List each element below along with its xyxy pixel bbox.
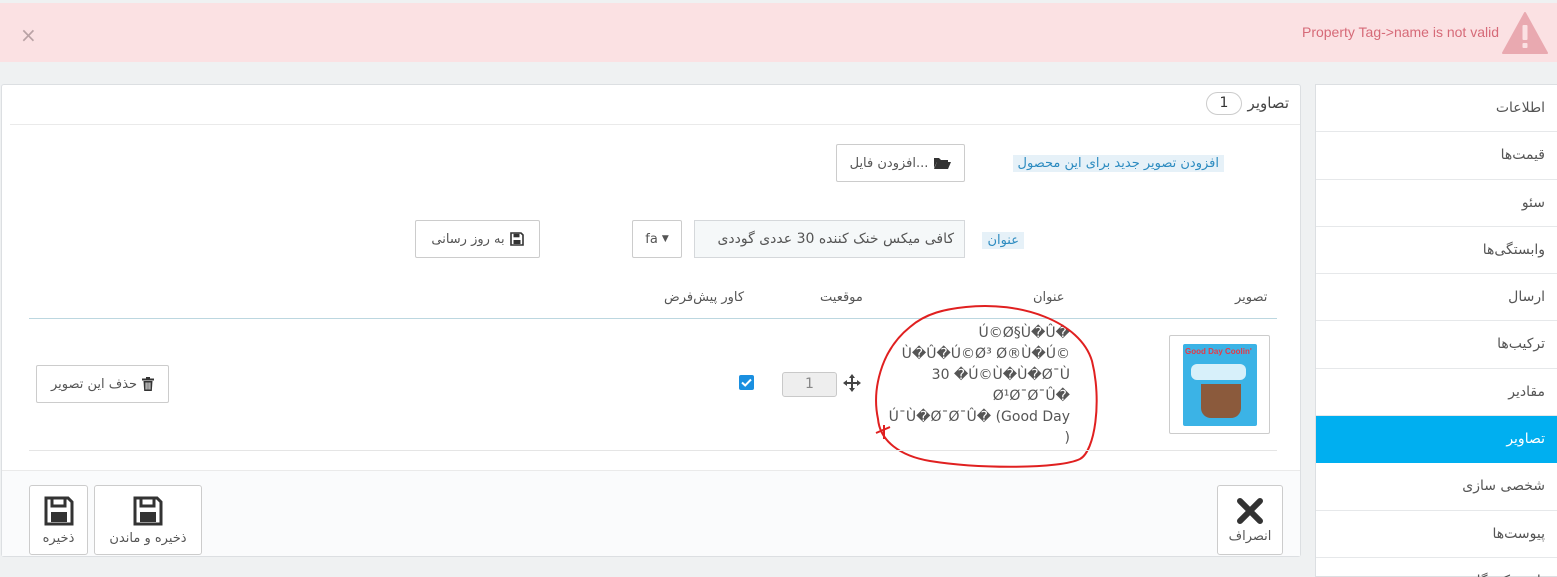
panel-heading: تصاویر 1 xyxy=(10,85,1300,125)
sidebar-item-associations[interactable]: وابستگی‌ها xyxy=(1316,227,1557,275)
image-thumbnail[interactable]: Good Day Coolin' xyxy=(1169,335,1270,434)
page-title: تصاویر xyxy=(1247,94,1289,112)
sidebar-item-customization[interactable]: شخصی سازی xyxy=(1316,463,1557,511)
sidebar-item-attachments[interactable]: پیوست‌ها xyxy=(1316,511,1557,558)
logo-graphic xyxy=(1191,364,1246,380)
position-input[interactable]: 1 xyxy=(782,372,837,397)
language-select[interactable]: fa ▼ xyxy=(632,220,682,258)
save-icon xyxy=(44,496,73,525)
sidebar-item-seo[interactable]: سئو xyxy=(1316,180,1557,227)
save-icon xyxy=(509,232,524,246)
alert-message: Property Tag->name is not valid xyxy=(1301,24,1499,40)
sidebar-item-shipping[interactable]: ارسال xyxy=(1316,274,1557,322)
row-divider xyxy=(29,450,1277,451)
save-button[interactable]: ذخیره xyxy=(29,485,88,555)
trash-icon xyxy=(142,377,155,391)
panel-footer: انصراف ذخیره و ماندن ذخیره xyxy=(2,470,1300,556)
cover-checkbox[interactable] xyxy=(739,375,754,390)
sidebar-item-images[interactable]: تصاویر xyxy=(1316,416,1557,464)
close-icon[interactable]: × xyxy=(20,25,37,45)
folder-open-icon xyxy=(934,158,952,169)
check-icon xyxy=(741,378,752,387)
error-alert: × Property Tag->name is not valid xyxy=(0,3,1557,62)
warning-triangle-icon xyxy=(1502,12,1548,54)
save-icon xyxy=(133,496,163,525)
close-icon xyxy=(1237,497,1263,524)
update-button[interactable]: به روز رسانی xyxy=(415,220,540,258)
column-header-cover: کاور پیش‌فرض xyxy=(664,290,745,305)
move-icon[interactable] xyxy=(843,374,861,392)
sidebar-item-prices[interactable]: قیمت‌ها xyxy=(1316,132,1557,180)
sidebar-item-suppliers[interactable]: تامین کنندگان xyxy=(1316,558,1557,577)
column-header-image: تصویر xyxy=(1235,290,1268,305)
product-image: Good Day Coolin' xyxy=(1183,344,1257,426)
highlight-annotation xyxy=(875,305,1098,468)
add-image-label: افزودن تصویر جدید برای این محصول xyxy=(1012,155,1224,172)
delete-image-button[interactable]: حذف این تصویر xyxy=(36,365,169,403)
sidebar-item-info[interactable]: اطلاعات xyxy=(1316,85,1557,133)
caret-down-icon: ▼ xyxy=(661,234,669,244)
sidebar-item-combinations[interactable]: ترکیب‌ها xyxy=(1316,321,1557,369)
column-header-position: موقعیت xyxy=(820,290,863,305)
image-count-badge: 1 xyxy=(1206,92,1242,115)
save-and-stay-button[interactable]: ذخیره و ماندن xyxy=(94,485,202,555)
images-panel: تصاویر 1 افزودن تصویر جدید برای این محصو… xyxy=(1,84,1301,557)
add-file-button[interactable]: افزودن فایل... xyxy=(836,144,965,182)
cup-graphic xyxy=(1201,384,1241,418)
product-tabs-sidebar: اطلاعات قیمت‌ها سئو وابستگی‌ها ارسال ترک… xyxy=(1315,84,1557,577)
cancel-button[interactable]: انصراف xyxy=(1217,485,1283,555)
caption-input[interactable]: کافی میکس خنک کننده 30 عددی گوددی xyxy=(694,220,965,258)
caption-label: عنوان xyxy=(982,232,1024,249)
thumbnail-brand-text: Good Day Coolin' xyxy=(1185,347,1252,356)
sidebar-item-quantities[interactable]: مقادیر xyxy=(1316,369,1557,417)
